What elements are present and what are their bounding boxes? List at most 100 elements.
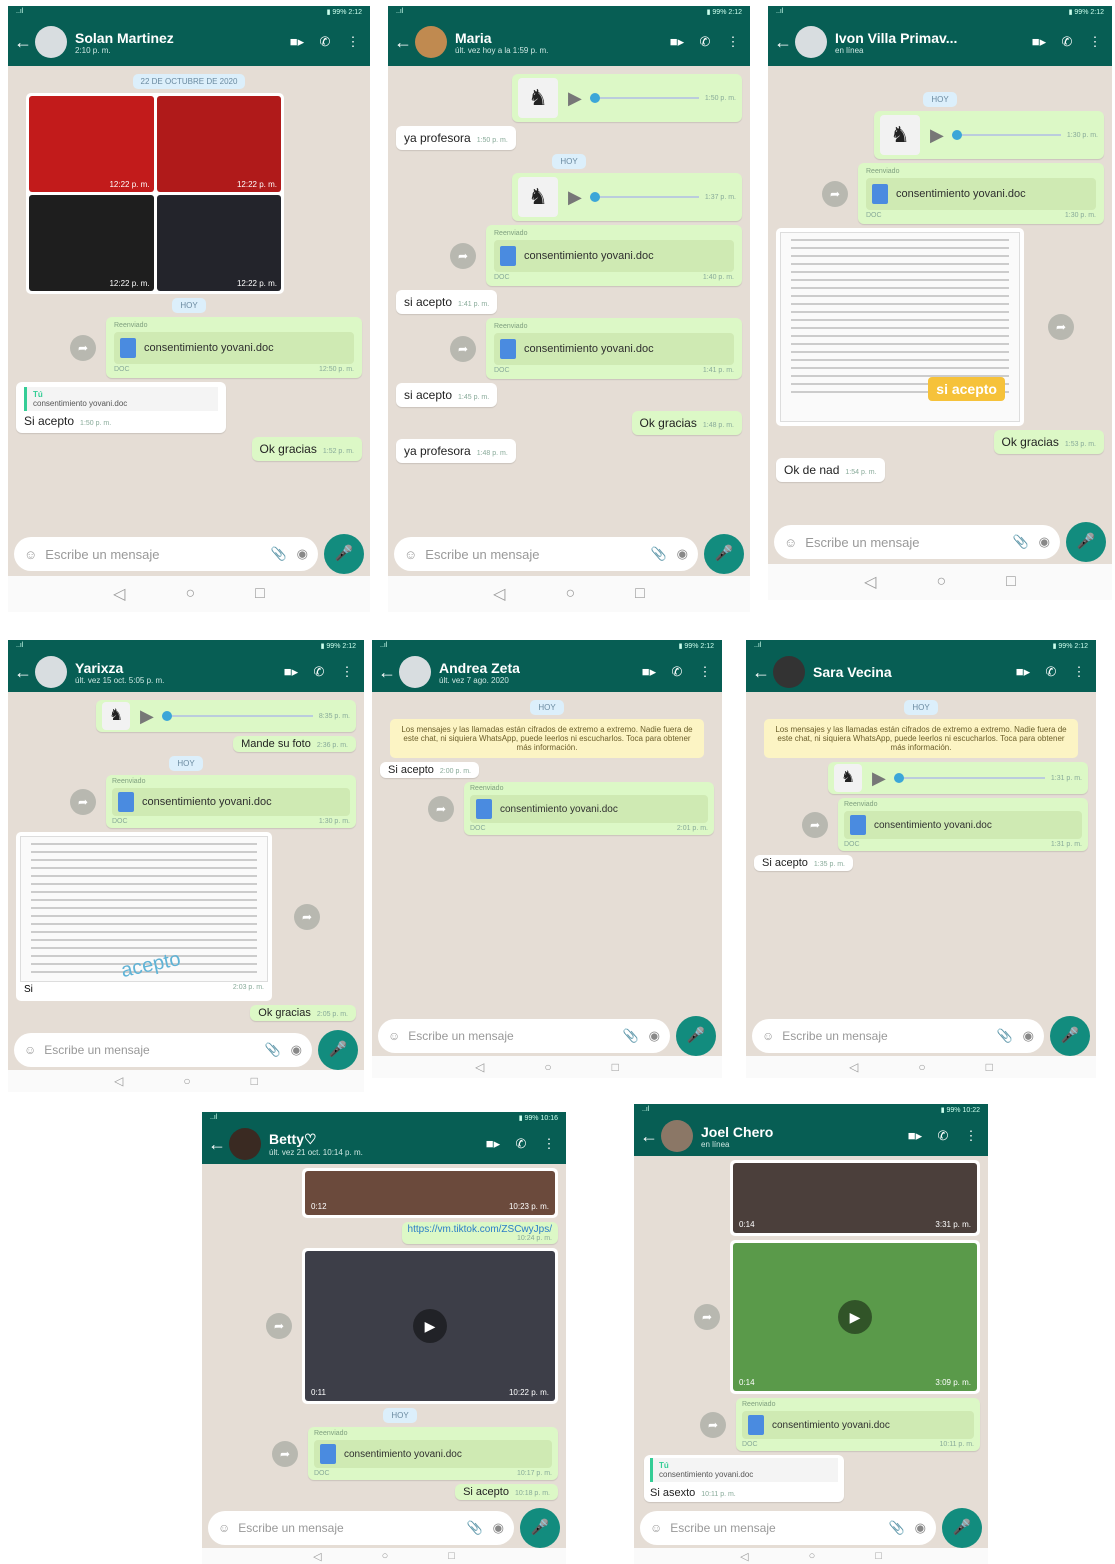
attach-icon[interactable]: 📎 bbox=[622, 1028, 638, 1044]
forwarded-document[interactable]: Reenviado consentimiento yovani.doc DOC 1… bbox=[486, 225, 742, 286]
more-options-icon[interactable]: ⋮ bbox=[342, 34, 364, 50]
video-call-icon[interactable]: ■▸ bbox=[280, 664, 302, 680]
play-icon[interactable]: ▶ bbox=[140, 706, 154, 727]
encryption-notice[interactable]: Los mensajes y las llamadas están cifrad… bbox=[764, 719, 1078, 758]
voice-message[interactable]: ♞ ▶ 1:30 p. m. bbox=[874, 111, 1104, 159]
microphone-icon[interactable]: 🎤 bbox=[520, 1508, 560, 1548]
video-call-icon[interactable]: ■▸ bbox=[1012, 664, 1034, 680]
nav-home-icon[interactable]: ○ bbox=[382, 1550, 389, 1562]
nav-back-icon[interactable]: ◁ bbox=[849, 1060, 858, 1074]
message-input[interactable]: ☺ Escribe un mensaje 📎 ◉ bbox=[208, 1511, 514, 1545]
video-message[interactable]: ▶ 0:14 3:09 p. m. bbox=[730, 1240, 980, 1394]
back-arrow-icon[interactable]: ← bbox=[774, 32, 792, 53]
voice-message[interactable]: ♞ ▶ 1:37 p. m. bbox=[512, 173, 742, 221]
attach-icon[interactable]: 📎 bbox=[996, 1028, 1012, 1044]
nav-back-icon[interactable]: ◁ bbox=[864, 572, 876, 592]
phone-call-icon[interactable]: ✆ bbox=[510, 1136, 532, 1152]
nav-home-icon[interactable]: ○ bbox=[936, 573, 946, 591]
phone-call-icon[interactable]: ✆ bbox=[694, 34, 716, 50]
phone-call-icon[interactable]: ✆ bbox=[666, 664, 688, 680]
nav-back-icon[interactable]: ◁ bbox=[113, 584, 125, 604]
play-icon[interactable]: ▶ bbox=[930, 125, 944, 146]
avatar[interactable] bbox=[35, 26, 67, 58]
forward-icon[interactable]: ➦ bbox=[802, 811, 828, 838]
emoji-icon[interactable]: ☺ bbox=[24, 1043, 36, 1057]
microphone-icon[interactable]: 🎤 bbox=[1066, 522, 1106, 562]
message-bubble[interactable]: Si acepto 2:00 p. m. bbox=[380, 762, 480, 778]
forwarded-document[interactable]: Reenviado consentimiento yovani.doc DOC 1… bbox=[308, 1427, 558, 1480]
video-call-icon[interactable]: ■▸ bbox=[904, 1128, 926, 1144]
nav-recents-icon[interactable]: □ bbox=[875, 1550, 882, 1562]
more-options-icon[interactable]: ⋮ bbox=[336, 664, 358, 680]
voice-message[interactable]: ♞ ▶ 1:31 p. m. bbox=[828, 762, 1088, 794]
emoji-icon[interactable]: ☺ bbox=[762, 1029, 774, 1043]
message-bubble[interactable]: ya profesora 1:48 p. m. bbox=[396, 439, 516, 463]
photo-red-2[interactable]: 12:22 p. m. bbox=[156, 96, 281, 192]
forward-icon[interactable]: ➦ bbox=[272, 1440, 298, 1467]
microphone-icon[interactable]: 🎤 bbox=[676, 1016, 716, 1056]
phone-call-icon[interactable]: ✆ bbox=[1056, 34, 1078, 50]
microphone-icon[interactable]: 🎤 bbox=[942, 1508, 982, 1548]
nav-recents-icon[interactable]: □ bbox=[1006, 573, 1016, 591]
attach-icon[interactable]: 📎 bbox=[270, 546, 286, 562]
forward-icon[interactable]: ➦ bbox=[70, 788, 96, 815]
phone-call-icon[interactable]: ✆ bbox=[314, 34, 336, 50]
photo-black-1[interactable]: 12:22 p. m. bbox=[29, 195, 154, 291]
forwarded-document[interactable]: Reenviado consentimiento yovani.doc DOC 1… bbox=[106, 317, 362, 378]
nav-back-icon[interactable]: ◁ bbox=[493, 584, 505, 604]
microphone-icon[interactable]: 🎤 bbox=[704, 534, 744, 574]
forwarded-document[interactable]: Reenviado consentimiento yovani.doc DOC 1… bbox=[486, 318, 742, 379]
contact-info[interactable]: Yarixza últ. vez 15 oct. 5:05 p. m. bbox=[75, 660, 274, 685]
photo-album[interactable]: 12:22 p. m. 12:22 p. m. 12:22 p. m. 12:2… bbox=[26, 93, 284, 294]
video-call-icon[interactable]: ■▸ bbox=[638, 664, 660, 680]
back-arrow-icon[interactable]: ← bbox=[394, 32, 412, 53]
audio-track[interactable] bbox=[161, 711, 313, 721]
emoji-icon[interactable]: ☺ bbox=[24, 547, 37, 562]
camera-icon[interactable]: ◉ bbox=[649, 1028, 660, 1044]
video-message[interactable]: ▶ 0:11 10:22 p. m. bbox=[302, 1248, 558, 1404]
photo-black-2[interactable]: 12:22 p. m. bbox=[156, 195, 281, 291]
emoji-icon[interactable]: ☺ bbox=[784, 535, 797, 550]
message-input[interactable]: ☺ Escribe un mensaje 📎 ◉ bbox=[774, 525, 1060, 559]
message-bubble[interactable]: si acepto 1:41 p. m. bbox=[396, 290, 498, 314]
nav-home-icon[interactable]: ○ bbox=[544, 1060, 551, 1074]
nav-back-icon[interactable]: ◁ bbox=[114, 1074, 123, 1088]
attach-icon[interactable]: 📎 bbox=[1012, 534, 1028, 550]
contact-info[interactable]: Solan Martinez 2:10 p. m. bbox=[75, 30, 280, 55]
camera-icon[interactable]: ◉ bbox=[1039, 534, 1050, 550]
camera-icon[interactable]: ◉ bbox=[291, 1042, 302, 1058]
play-icon[interactable]: ▶ bbox=[872, 768, 886, 789]
phone-call-icon[interactable]: ✆ bbox=[932, 1128, 954, 1144]
message-input[interactable]: ☺ Escribe un mensaje 📎 ◉ bbox=[640, 1511, 936, 1545]
voice-message[interactable]: ♞ ▶ 1:50 p. m. bbox=[512, 74, 742, 122]
camera-icon[interactable]: ◉ bbox=[493, 1520, 504, 1536]
avatar[interactable] bbox=[795, 26, 827, 58]
camera-icon[interactable]: ◉ bbox=[915, 1520, 926, 1536]
nav-back-icon[interactable]: ◁ bbox=[740, 1550, 748, 1563]
emoji-icon[interactable]: ☺ bbox=[650, 1521, 662, 1535]
document-photo[interactable]: si acepto bbox=[776, 228, 1024, 426]
forward-icon[interactable]: ➦ bbox=[70, 334, 96, 361]
more-options-icon[interactable]: ⋮ bbox=[960, 1128, 982, 1144]
contact-info[interactable]: Sara Vecina bbox=[813, 664, 1006, 680]
reply-message[interactable]: Tú consentimiento yovani.doc Si acepto 1:5… bbox=[16, 382, 226, 433]
avatar[interactable] bbox=[773, 656, 805, 688]
link-message[interactable]: https://vm.tiktok.com/ZSCwyJps/10:24 p. … bbox=[401, 1222, 558, 1244]
forward-icon[interactable]: ➦ bbox=[822, 180, 848, 207]
contact-info[interactable]: Maria últ. vez hoy a la 1:59 p. m. bbox=[455, 30, 660, 55]
nav-recents-icon[interactable]: □ bbox=[251, 1074, 258, 1088]
nav-home-icon[interactable]: ○ bbox=[183, 1074, 190, 1088]
camera-icon[interactable]: ◉ bbox=[297, 546, 308, 562]
contact-info[interactable]: Joel Chero en línea bbox=[701, 1124, 898, 1149]
play-icon[interactable]: ▶ bbox=[568, 88, 582, 109]
quoted-message[interactable]: Tú consentimiento yovani.doc bbox=[650, 1458, 838, 1482]
emoji-icon[interactable]: ☺ bbox=[218, 1521, 230, 1535]
microphone-icon[interactable]: 🎤 bbox=[1050, 1016, 1090, 1056]
forward-icon[interactable]: ➦ bbox=[694, 1304, 720, 1330]
message-input[interactable]: ☺ Escribe un mensaje 📎 ◉ bbox=[14, 1033, 312, 1067]
contact-info[interactable]: Betty♡ últ. vez 21 oct. 10:14 p. m. bbox=[269, 1131, 476, 1157]
message-bubble[interactable]: Ok gracias 1:53 p. m. bbox=[993, 430, 1104, 454]
quoted-message[interactable]: Tú consentimiento yovani.doc bbox=[24, 387, 218, 411]
message-input[interactable]: ☺ Escribe un mensaje 📎 ◉ bbox=[378, 1019, 670, 1053]
message-input[interactable]: ☺ Escribe un mensaje 📎 ◉ bbox=[394, 537, 698, 571]
